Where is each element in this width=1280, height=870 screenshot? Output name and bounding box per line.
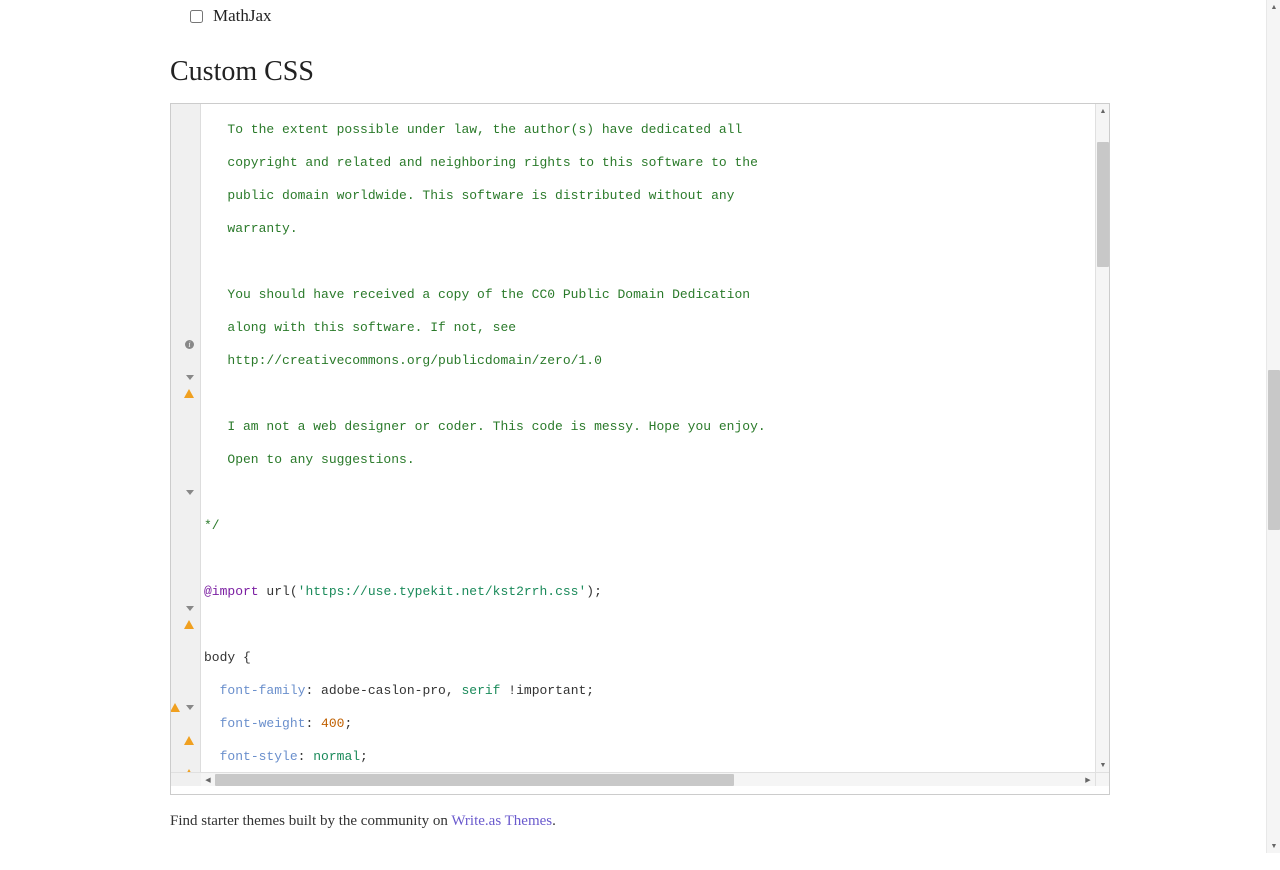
horizontal-scroll-thumb[interactable] [215, 774, 734, 786]
code-line: I am not a web designer or coder. This c… [204, 419, 1109, 436]
code-line: http://creativecommons.org/publicdomain/… [204, 353, 1109, 370]
page-scroll-up-icon[interactable]: ▲ [1267, 0, 1280, 14]
code-line: public domain worldwide. This software i… [204, 188, 1109, 205]
vertical-scroll-thumb[interactable] [1097, 142, 1109, 267]
themes-link[interactable]: Write.as Themes [451, 813, 552, 829]
fold-arrow-icon[interactable] [186, 606, 194, 611]
warning-icon [171, 703, 180, 712]
custom-css-heading: Custom CSS [170, 56, 1110, 88]
code-line [204, 386, 1109, 403]
scroll-up-arrow-icon[interactable]: ▲ [1096, 104, 1109, 118]
code-content[interactable]: To the extent possible under law, the au… [201, 104, 1109, 772]
editor-horizontal-scrollbar[interactable]: ◀ ▶ [201, 772, 1095, 786]
footer-text: Find starter themes built by the communi… [170, 813, 1110, 830]
mathjax-checkbox[interactable] [190, 10, 203, 23]
code-line: warranty. [204, 221, 1109, 238]
fold-arrow-icon[interactable] [186, 375, 194, 380]
code-line: To the extent possible under law, the au… [204, 122, 1109, 139]
code-line: You should have received a copy of the C… [204, 287, 1109, 304]
fold-arrow-icon[interactable] [186, 705, 194, 710]
page-scroll-down-icon[interactable]: ▼ [1267, 839, 1280, 853]
scroll-right-arrow-icon[interactable]: ▶ [1081, 773, 1095, 787]
code-line: Open to any suggestions. [204, 452, 1109, 469]
warning-icon [184, 736, 194, 745]
fold-arrow-icon[interactable] [186, 490, 194, 495]
scroll-down-arrow-icon[interactable]: ▼ [1096, 758, 1109, 772]
mathjax-option-row: MathJax [170, 0, 1110, 56]
css-editor: i [170, 103, 1110, 795]
mathjax-label: MathJax [213, 6, 272, 26]
warning-icon [184, 389, 194, 398]
warning-icon [184, 620, 194, 629]
info-icon: i [185, 340, 194, 349]
editor-gutter: i [171, 104, 201, 772]
page-scroll-thumb[interactable] [1268, 370, 1280, 530]
code-line: copyright and related and neighboring ri… [204, 155, 1109, 172]
scroll-left-arrow-icon[interactable]: ◀ [201, 773, 215, 787]
editor-vertical-scrollbar[interactable]: ▲ ▼ [1095, 104, 1109, 772]
code-line [204, 254, 1109, 271]
code-line [204, 485, 1109, 502]
warning-icon [184, 769, 194, 772]
page-scrollbar[interactable]: ▲ ▼ [1266, 0, 1280, 853]
code-line: along with this software. If not, see [204, 320, 1109, 337]
code-line: */ [204, 518, 1109, 535]
